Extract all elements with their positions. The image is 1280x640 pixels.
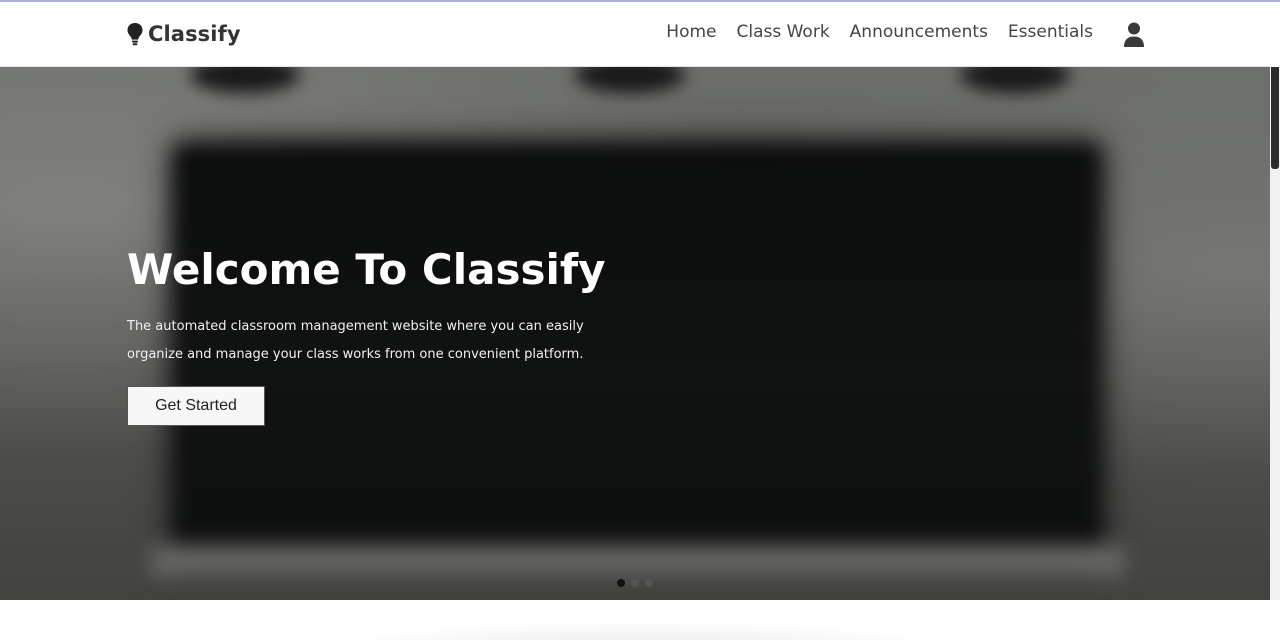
carousel-indicator[interactable] [645,579,653,587]
hero-subtitle: The automated classroom management websi… [127,313,597,369]
lightbulb-icon [127,23,143,46]
scrollbar-thumb[interactable] [1271,67,1279,169]
main-nav: Home Class Work Announcements Essentials [666,22,1093,42]
next-section-shadow [300,620,980,640]
hero-subtitle-line: The automated classroom management websi… [127,319,584,335]
navbar: Classify Home Class Work Announcements E… [0,2,1270,67]
nav-link-essentials[interactable]: Essentials [1008,22,1093,42]
hero-content: Welcome To Classify The automated classr… [127,245,606,427]
user-account-button[interactable] [1123,22,1145,48]
brand-logo[interactable]: Classify [126,19,241,49]
brand-name: Classify [148,22,241,46]
user-icon [1124,22,1144,47]
hero-subtitle-line: organize and manage your class works fro… [127,347,584,363]
nav-link-home[interactable]: Home [666,22,716,42]
nav-link-announcements[interactable]: Announcements [850,22,988,42]
carousel-indicator[interactable] [631,579,639,587]
hero-title: Welcome To Classify [127,245,606,294]
get-started-button[interactable]: Get Started [127,386,265,427]
carousel-indicators [617,579,653,587]
carousel-indicator[interactable] [617,579,625,587]
hero-carousel: Welcome To Classify The automated classr… [0,67,1270,600]
nav-link-class-work[interactable]: Class Work [736,22,829,42]
